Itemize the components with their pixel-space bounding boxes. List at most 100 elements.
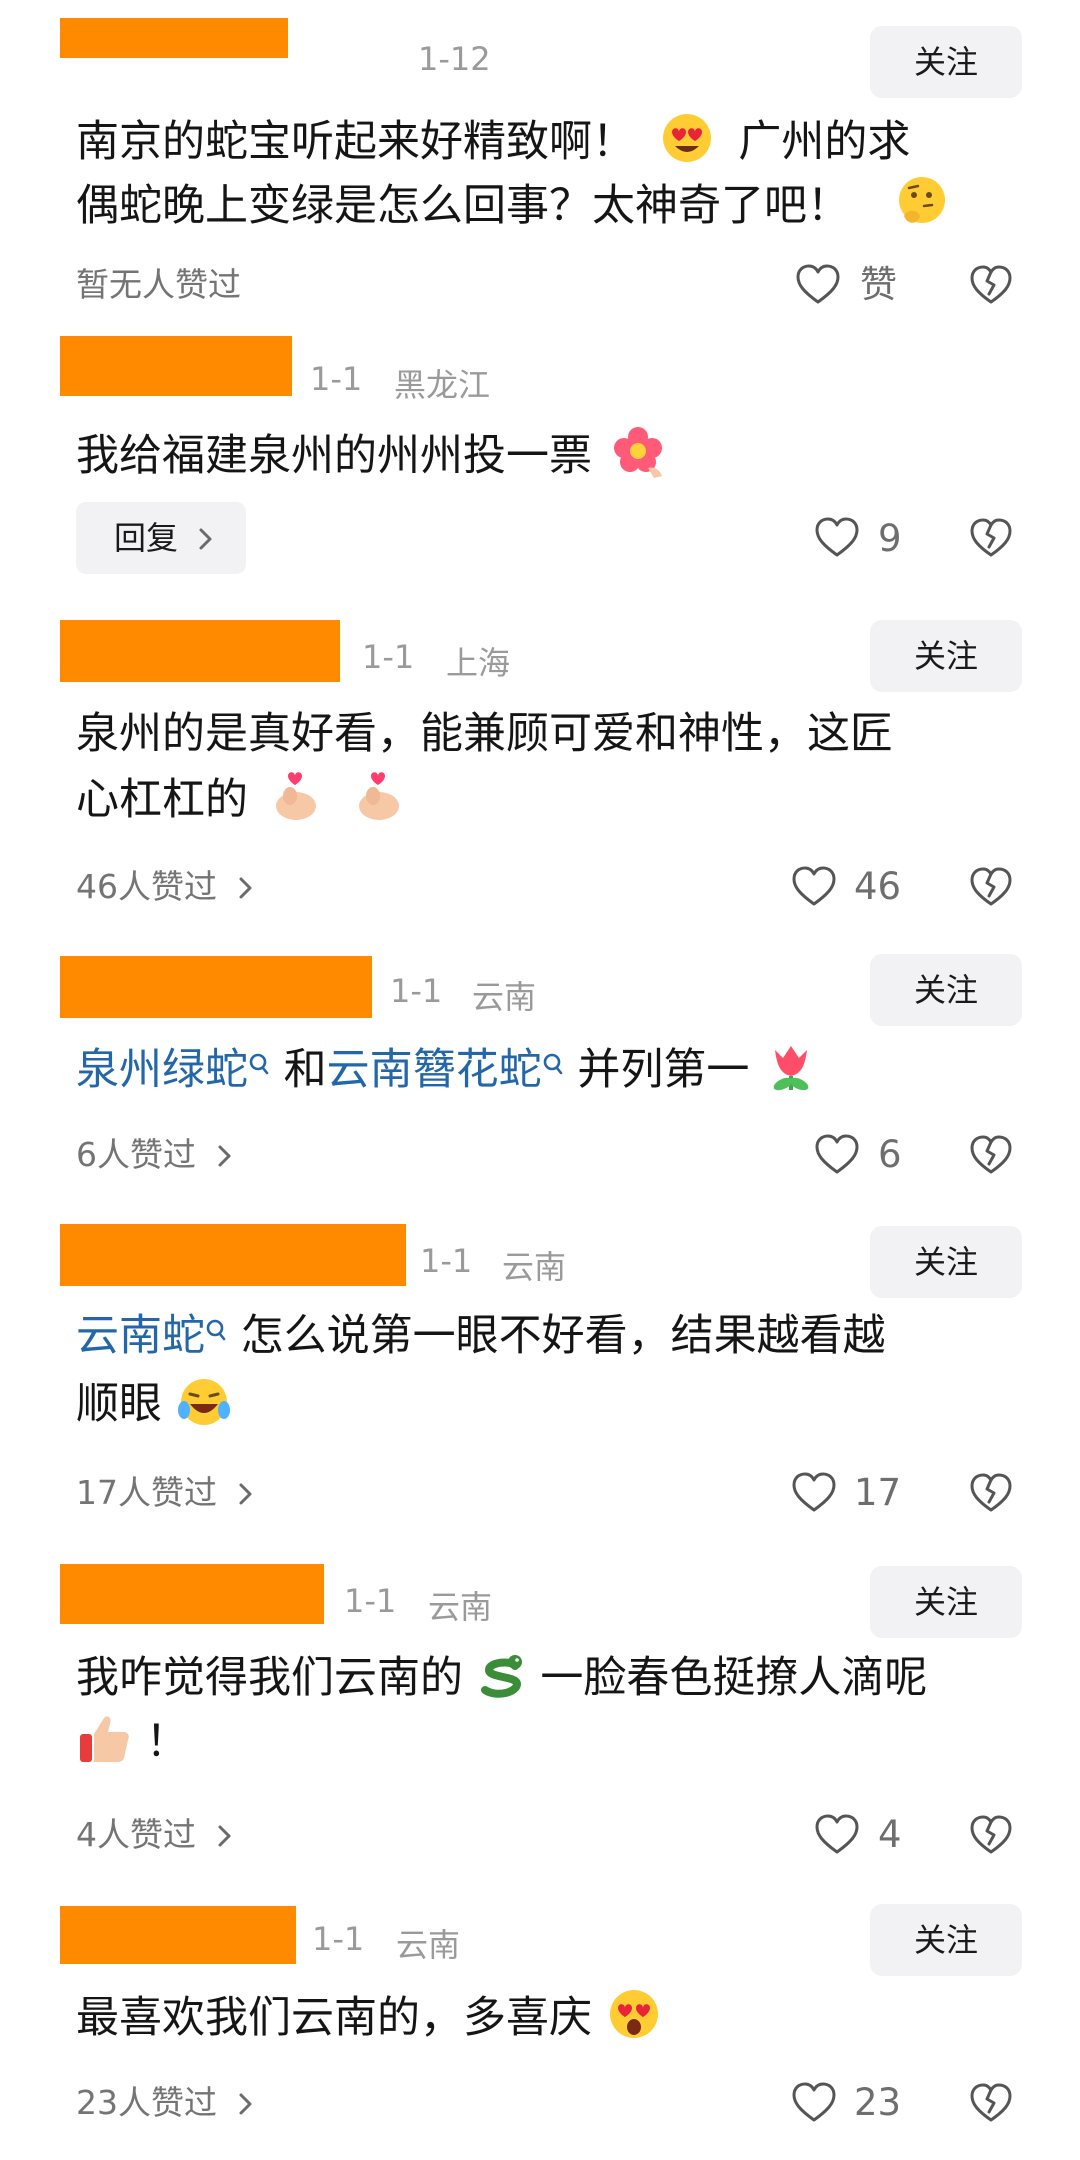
comment-text: 我咋觉得我们云南的 一脸春色挺撩人滴呢 [76,1646,927,1708]
comment-date: 1-12 [418,40,491,78]
chevron-right-icon [238,2092,254,2116]
dislike-broken-heart-icon[interactable] [968,1470,1014,1516]
comment-text-part: 并列第一 [577,1045,750,1095]
comment-footer: 6人赞过 6 [0,1120,1080,1190]
search-icon [248,1052,270,1086]
likes-summary[interactable]: 6人赞过 [76,1120,233,1190]
comment-text: 偶蛇晚上变绿是怎么回事？太神奇了吧！ [76,174,950,236]
chevron-right-icon [217,1824,233,1848]
comment-region: 云南 [472,978,537,1016]
like-count: 17 [854,1471,902,1514]
comment-text-part: 我咋觉得我们云南的 [76,1653,463,1703]
follow-button[interactable]: 关注 [870,1226,1022,1298]
like-count: 4 [878,1813,902,1856]
dislike-broken-heart-icon[interactable] [968,1132,1014,1178]
comment-text-part: 和 [283,1045,327,1095]
like-count: 9 [878,517,902,560]
likes-summary[interactable]: 23人赞过 [76,2068,254,2138]
comment-text: ！ [76,1710,189,1772]
follow-button[interactable]: 关注 [870,26,1022,98]
topic-link[interactable]: 云南蛇 [76,1311,227,1361]
like-count: 23 [854,2081,902,2124]
chevron-right-icon [238,1482,254,1506]
like-heart-icon[interactable] [790,2079,838,2127]
comment-text: 顺眼 [76,1372,232,1434]
redacted-username[interactable] [60,1564,324,1624]
follow-button[interactable]: 关注 [870,1566,1022,1638]
topic-link-text: 泉州绿蛇 [76,1045,248,1095]
topic-link[interactable]: 云南簪花蛇 [327,1045,564,1095]
heart-eyes-emoji [659,110,715,166]
likes-summary-text: 4人赞过 [76,1815,196,1854]
like-heart-icon[interactable] [794,261,842,309]
likes-summary[interactable]: 4人赞过 [76,1800,233,1870]
comment-text-part: 最喜欢我们云南的，多喜庆 [76,1993,592,2043]
redacted-username[interactable] [60,18,288,58]
comment-text-part: ！ [145,1717,189,1767]
follow-button[interactable]: 关注 [870,1904,1022,1976]
comment-date: 1-1 [310,360,363,398]
like-heart-icon[interactable] [790,1469,838,1517]
chevron-right-icon [217,1144,233,1168]
dislike-broken-heart-icon[interactable] [968,1812,1014,1858]
comment-text: 南京的蛇宝听起来好精致啊！ 广州的求 [76,110,910,172]
laughing-emoji [176,1372,232,1428]
like-label[interactable]: 赞 [860,250,897,320]
comment-text-part: 广州的求 [738,117,911,167]
dislike-broken-heart-icon[interactable] [968,864,1014,910]
search-icon [205,1318,227,1352]
reply-button[interactable]: 回复 [76,502,246,574]
redacted-username[interactable] [60,1224,406,1286]
likes-summary[interactable]: 46人赞过 [76,852,254,922]
likes-summary-text: 17人赞过 [76,1473,217,1512]
likes-summary-text: 6人赞过 [76,1135,196,1174]
comment-date: 1-1 [312,1920,365,1958]
comment-text: 泉州的是真好看，能兼顾可爱和神性，这匠 [76,709,893,759]
comment-region: 黑龙江 [394,366,491,404]
likes-summary-text: 23人赞过 [76,2083,217,2122]
topic-link-text: 云南蛇 [76,1311,205,1361]
tulip-emoji [763,1038,819,1094]
redacted-username[interactable] [60,336,292,396]
comment-region: 上海 [446,644,511,682]
comment-region: 云南 [428,1588,493,1626]
comment-text-part: 顺眼 [76,1379,162,1429]
comment-text: 心杠杠的 [76,768,407,830]
comment-date: 1-1 [420,1242,473,1280]
comment-footer: 17人赞过 17 [0,1458,1080,1528]
like-heart-icon[interactable] [813,1811,861,1859]
finger-heart-emoji [351,768,407,824]
redacted-username[interactable] [60,1906,296,1964]
reply-label: 回复 [114,519,179,557]
comment-text: 最喜欢我们云南的，多喜庆 [76,1986,662,2048]
likes-summary: 暂无人赞过 [76,265,241,304]
comment-text-part: 怎么说第一眼不好看，结果越看越 [240,1311,886,1361]
flower-emoji [610,424,666,480]
comment-text-part: 偶蛇晚上变绿是怎么回事？太神奇了吧！ [76,181,850,231]
finger-heart-emoji [268,768,324,824]
like-count: 46 [854,865,902,908]
redacted-username[interactable] [60,620,340,682]
dislike-broken-heart-icon[interactable] [968,2080,1014,2126]
redacted-username[interactable] [60,956,372,1018]
dislike-broken-heart-icon[interactable] [968,515,1014,561]
chevron-right-icon [238,876,254,900]
dislike-broken-heart-icon[interactable] [968,262,1014,308]
chevron-right-icon [198,527,214,551]
topic-link-text: 云南簪花蛇 [326,1045,542,1095]
topic-link[interactable]: 泉州绿蛇 [76,1045,270,1095]
comment-text-part: 心杠杠的 [76,775,248,825]
like-heart-icon[interactable] [790,863,838,911]
likes-summary[interactable]: 17人赞过 [76,1458,254,1528]
comment-date: 1-1 [362,638,415,676]
like-heart-icon[interactable] [813,514,861,562]
comment-footer: 暂无人赞过 赞 [0,250,1080,320]
comment-date: 1-1 [344,1582,397,1620]
follow-button[interactable]: 关注 [870,954,1022,1026]
starstruck-emoji [606,1986,662,2042]
likes-summary-text: 46人赞过 [76,867,217,906]
follow-button[interactable]: 关注 [870,620,1022,692]
comment-text: 云南蛇 怎么说第一眼不好看，结果越看越 [76,1306,886,1366]
comment-date: 1-1 [390,972,443,1010]
like-heart-icon[interactable] [813,1131,861,1179]
